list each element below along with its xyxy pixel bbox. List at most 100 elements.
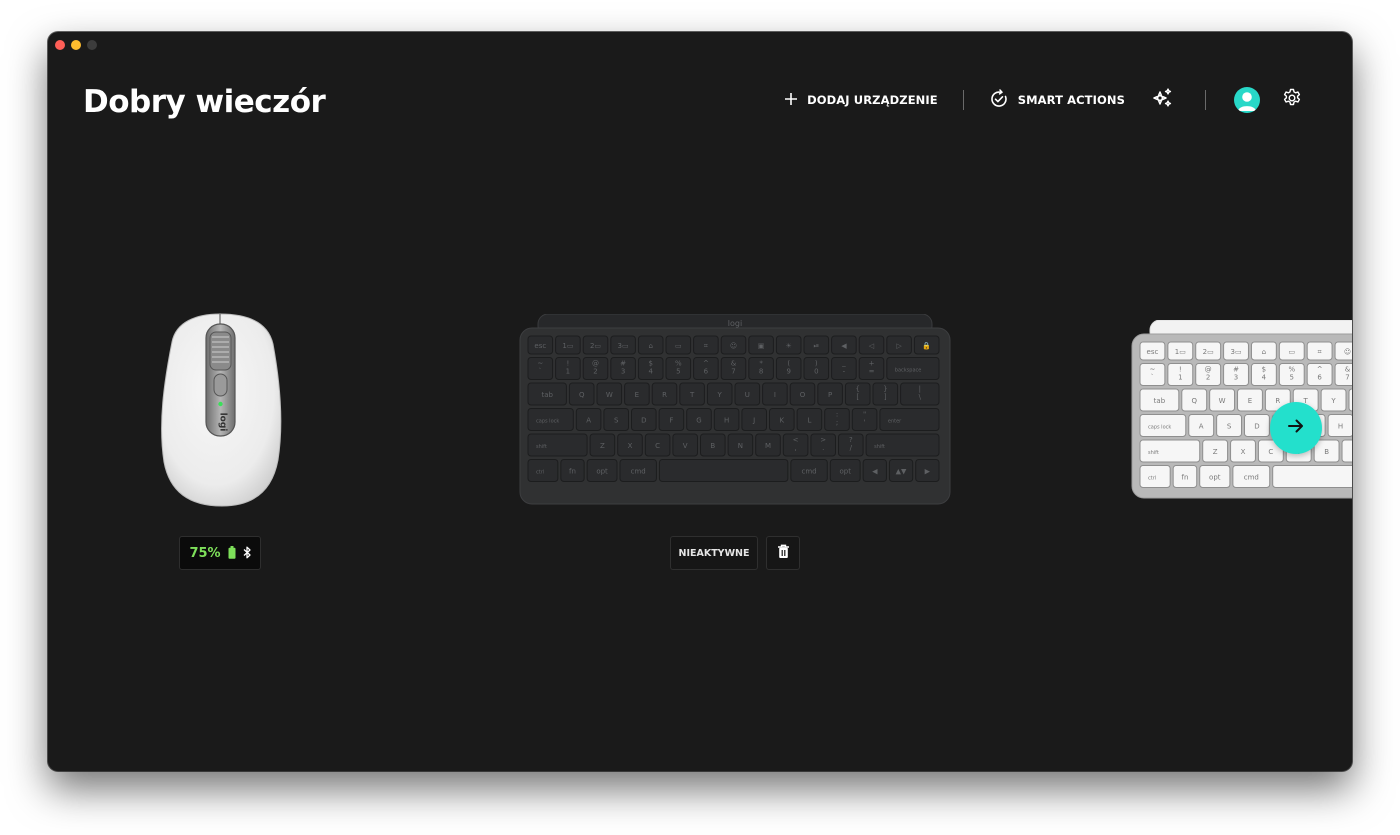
keyboard-key: fn <box>560 459 585 482</box>
greeting-title: Dobry wieczór <box>83 84 326 120</box>
top-toolbar: DODAJ URZĄDZENIE SMART ACTIONS <box>784 87 1304 113</box>
svg-text:2▭: 2▭ <box>590 342 601 350</box>
svg-text:`: ` <box>539 368 543 376</box>
keyboard-key: S <box>603 408 630 431</box>
svg-text:~: ~ <box>1149 366 1155 374</box>
keyboard-key: E <box>624 382 650 406</box>
keyboard-key: 3▭ <box>1223 341 1249 361</box>
account-avatar-button[interactable] <box>1234 87 1260 113</box>
plus-icon <box>784 92 798 109</box>
keyboard-key: :; <box>824 408 850 431</box>
keyboard-key: fn <box>1172 465 1198 488</box>
keyboard-key: $4 <box>1250 363 1277 386</box>
svg-text:6: 6 <box>1317 374 1322 382</box>
keyboard-key: "' <box>851 408 878 431</box>
keyboard-key: !1 <box>1167 363 1194 386</box>
keyboard-key: E <box>1237 388 1263 412</box>
svg-text:4: 4 <box>648 368 653 376</box>
svg-text:L: L <box>807 417 811 425</box>
add-device-button[interactable]: DODAJ URZĄDZENIE <box>784 92 938 109</box>
svg-text:=: = <box>869 368 875 376</box>
keyboard-key: <, <box>782 433 809 457</box>
svg-text:tab: tab <box>1154 397 1166 405</box>
keyboard-key: Z <box>1202 439 1229 463</box>
keyboard-key: C <box>644 433 671 457</box>
keyboard-key: V <box>672 433 698 457</box>
keyboard-key: !1 <box>555 357 581 380</box>
svg-text:#: # <box>1233 366 1239 374</box>
svg-text:': ' <box>864 419 866 427</box>
svg-text:): ) <box>815 360 818 368</box>
svg-text:9: 9 <box>786 368 790 376</box>
keyboard-key: ▷ <box>886 335 912 355</box>
svg-text:shift: shift <box>536 444 547 450</box>
svg-text:2: 2 <box>1206 374 1210 382</box>
svg-text:S: S <box>614 417 619 425</box>
svg-text:&: & <box>1345 366 1351 374</box>
svg-text:_: _ <box>841 360 846 368</box>
keyboard-key: ☺ <box>720 335 747 355</box>
svg-text:S: S <box>1227 423 1232 431</box>
keyboard-key: ⌗ <box>1306 341 1333 361</box>
svg-text:%: % <box>675 360 682 368</box>
svg-text:W: W <box>606 391 613 399</box>
keyboard-key: $4 <box>637 357 664 380</box>
svg-text:|: | <box>919 385 921 393</box>
maximize-window-button[interactable] <box>87 40 97 50</box>
keyboard-key: M <box>755 433 781 457</box>
next-device-button[interactable] <box>1270 402 1322 454</box>
remove-device-button[interactable] <box>766 536 800 570</box>
svg-text:C: C <box>655 442 660 450</box>
keyboard-key: %5 <box>1278 363 1305 386</box>
svg-text:2: 2 <box>593 368 597 376</box>
toolbar-divider <box>1205 90 1206 110</box>
keyboard-key: H <box>713 408 740 431</box>
svg-text:U: U <box>745 391 750 399</box>
keyboard-key: &7 <box>720 357 747 380</box>
svg-text:#: # <box>620 360 626 368</box>
svg-text:☺: ☺ <box>730 342 737 350</box>
svg-text:opt: opt <box>1209 474 1221 482</box>
svg-text:1▭: 1▭ <box>1175 348 1186 356</box>
keyboard-key: ▭ <box>1278 341 1305 361</box>
mouse-device-card[interactable]: logi <box>156 312 286 510</box>
svg-text:T: T <box>689 391 695 399</box>
svg-text:⌂: ⌂ <box>1262 348 1266 356</box>
add-device-label: DODAJ URZĄDZENIE <box>807 93 938 107</box>
close-window-button[interactable] <box>55 40 65 50</box>
inactive-status-button[interactable]: NIEAKTYWNE <box>670 536 758 570</box>
keyboard-key: caps lock <box>527 408 574 431</box>
settings-button[interactable] <box>1280 88 1304 112</box>
svg-text:8: 8 <box>759 368 763 376</box>
svg-text:6: 6 <box>704 368 709 376</box>
minimize-window-button[interactable] <box>71 40 81 50</box>
smart-actions-button[interactable]: SMART ACTIONS <box>989 88 1125 112</box>
keyboard-key: H <box>1327 414 1352 437</box>
keyboard-device-card-next[interactable]: esc1▭2▭3▭⌂▭⌗☺▣☀⏯◀◁▷🔒~`!1@2#3$4%5^6&7*8(9… <box>1130 319 1352 502</box>
keyboard-image: logiesc 1▭ 2▭ 3▭ ⌂ ▭ ⌗ ☺ ▣ ☀ ⏯ ◀ ◁ ▷ 🔒~`!1@2#3$4%5^6&7… <box>519 313 951 505</box>
svg-text:3: 3 <box>1234 374 1238 382</box>
battery-icon <box>228 544 236 563</box>
keyboard-key: #3 <box>610 357 636 380</box>
svg-text:[: [ <box>856 393 859 401</box>
svg-text:D: D <box>1254 423 1259 431</box>
keyboard-device-card[interactable]: logi esc 1▭ 2▭ 3▭ ⌂ ▭ ⌗ ☺ ▣ ☀ ⏯ ◀ ◁ ▷ 🔒 ~ `! 1 @2 #3 $4% 5 ^ 6 & 7… <box>518 313 952 508</box>
svg-text:(: ( <box>787 360 790 368</box>
keyboard-key: @2 <box>1195 363 1222 386</box>
svg-text:N: N <box>738 442 743 450</box>
keyboard-key: Q <box>1181 388 1208 412</box>
svg-text:▶: ▶ <box>925 468 931 476</box>
svg-text:!: ! <box>566 360 569 368</box>
svg-text:W: W <box>1219 397 1226 405</box>
keyboard-key: ⌂ <box>1250 341 1277 361</box>
smart-actions-label: SMART ACTIONS <box>1017 93 1125 107</box>
keyboard-key: ◀ <box>862 459 887 482</box>
keyboard-key: }] <box>872 382 899 406</box>
svg-text:7: 7 <box>1345 374 1349 382</box>
keyboard-key: X <box>1230 439 1256 463</box>
keyboard-key: F <box>658 408 685 431</box>
ai-sparkles-button[interactable] <box>1151 88 1175 112</box>
svg-text:Y: Y <box>717 391 723 399</box>
keyboard-key: X <box>617 433 643 457</box>
keyboard-key: W <box>1209 388 1236 412</box>
